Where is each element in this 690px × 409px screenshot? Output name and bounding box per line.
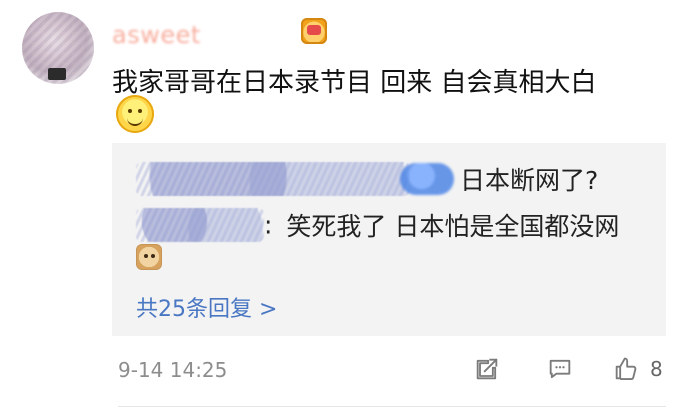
like-icon (615, 357, 637, 380)
share-icon (476, 358, 498, 380)
reply-1-text: 日本断网了? (460, 166, 599, 195)
reply-1-author-redacted (136, 162, 410, 196)
smile-emoji-icon (116, 95, 154, 133)
comment-card: asweet 我家哥哥在日本录节目 回来 自会真相大白 日本断网了? : 笑死我… (0, 0, 690, 409)
more-replies-link[interactable]: 共25条回复 > (136, 291, 277, 323)
avatar-glasses-icon (48, 68, 66, 80)
comment-button[interactable] (543, 352, 577, 386)
emoji-eye-right (138, 109, 142, 113)
reply-2-text: 笑死我了 日本怕是全国都没网 (278, 212, 620, 241)
username[interactable]: asweet (112, 21, 201, 49)
reply-2[interactable]: : 笑死我了 日本怕是全国都没网 (136, 207, 619, 243)
like-count: 8 (650, 357, 663, 381)
crown-badge-icon (301, 18, 327, 44)
avatar[interactable] (22, 12, 94, 84)
like-button[interactable]: 8 (612, 352, 682, 386)
emoji-mouth (127, 114, 143, 126)
reply-2-colon: : (264, 210, 273, 240)
comment-text: 我家哥哥在日本录节目 回来 自会真相大白 (112, 68, 597, 98)
comment-icon (549, 359, 571, 379)
comment-timestamp: 9-14 14:25 (118, 358, 228, 382)
emoji-eye-left (128, 109, 132, 113)
reply-2-author-redacted (136, 208, 264, 242)
doge-emoji-icon (136, 244, 162, 270)
share-button[interactable] (470, 352, 504, 386)
replies-panel: 日本断网了? : 笑死我了 日本怕是全国都没网 共25条回复 > (112, 143, 666, 336)
divider (118, 406, 666, 407)
reply-1[interactable]: 日本断网了? (136, 161, 598, 197)
redaction-blob (400, 163, 454, 195)
